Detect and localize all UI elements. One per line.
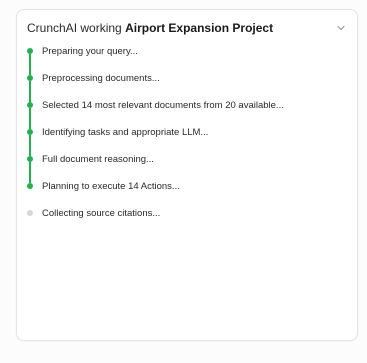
step-label: Preparing your query... bbox=[42, 46, 138, 57]
step-label: Preprocessing documents... bbox=[42, 73, 160, 84]
step-label: Planning to execute 14 Actions... bbox=[42, 181, 180, 192]
step-item: Preprocessing documents... bbox=[25, 65, 349, 102]
card-header[interactable]: CrunchAI working Airport Expansion Proje… bbox=[27, 18, 347, 38]
step-item: Full document reasoning... bbox=[25, 146, 349, 183]
step-item: Collecting source citations... bbox=[25, 200, 349, 227]
step-list: Preparing your query... Preprocessing do… bbox=[25, 38, 349, 227]
step-label: Full document reasoning... bbox=[42, 154, 154, 165]
project-name: Airport Expansion Project bbox=[125, 21, 274, 35]
step-status-dot bbox=[27, 183, 33, 189]
step-item: Preparing your query... bbox=[25, 38, 349, 75]
card-title: CrunchAI working Airport Expansion Proje… bbox=[27, 21, 273, 35]
step-item: Identifying tasks and appropriate LLM... bbox=[25, 119, 349, 156]
step-item: Planning to execute 14 Actions... bbox=[25, 173, 349, 200]
title-prefix: CrunchAI working bbox=[27, 21, 122, 35]
step-status-dot bbox=[27, 210, 33, 216]
step-label: Selected 14 most relevant documents from… bbox=[42, 100, 284, 111]
step-label: Identifying tasks and appropriate LLM... bbox=[42, 127, 209, 138]
progress-card: CrunchAI working Airport Expansion Proje… bbox=[16, 9, 358, 341]
step-label: Collecting source citations... bbox=[42, 208, 161, 219]
chevron-down-icon[interactable] bbox=[335, 22, 347, 34]
step-item: Selected 14 most relevant documents from… bbox=[25, 92, 349, 129]
